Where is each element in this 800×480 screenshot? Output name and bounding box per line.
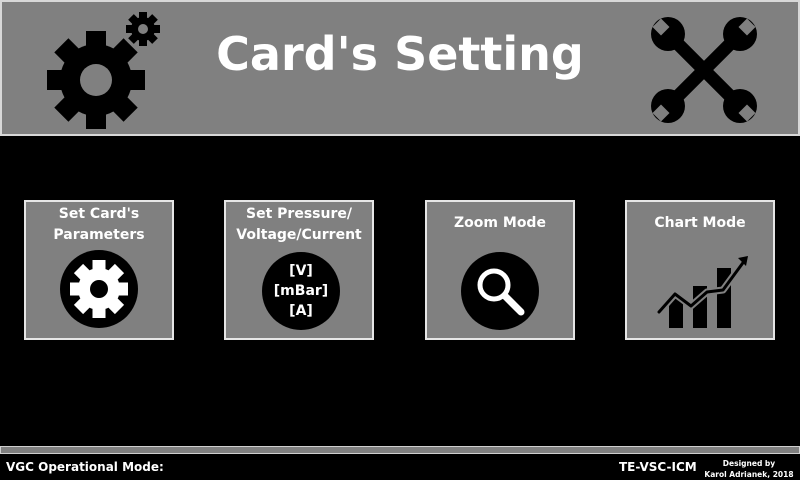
set-card-parameters-button[interactable]: Set Card's Parameters [24,200,174,340]
card-label: Set Pressure/Voltage/Current [236,206,362,243]
bar-chart-icon [655,256,749,328]
zoom-mode-button[interactable]: Zoom Mode [425,200,575,340]
card-label: Zoom Mode [454,215,546,231]
set-pressure-voltage-current-button[interactable]: Set Pressure/Voltage/Current [V] [mBar] … [224,200,374,340]
unit-mbar: [mBar] [273,283,329,299]
chart-mode-button[interactable]: Chart Mode [625,200,775,340]
unit-volt: [V] [289,263,313,279]
crossed-wrenches-icon [651,17,757,123]
card-label: Chart Mode [654,215,746,231]
designer-credit: Designed by Karol Adrianek, 2018 [704,459,794,479]
footer-divider [0,446,800,454]
units-icon: [V] [mBar] [A] [262,252,340,330]
header-banner: Card's Setting [0,0,800,136]
gear-icon [70,260,128,318]
system-name: TE-VSC-ICM [619,460,697,474]
magnifier-icon [477,268,525,316]
unit-ampere: [A] [289,303,313,319]
icon-circle [461,252,539,330]
card-label: Set Card's Parameters [53,206,145,243]
operational-mode-label: VGC Operational Mode: [6,460,164,474]
icon-circle [60,250,138,328]
